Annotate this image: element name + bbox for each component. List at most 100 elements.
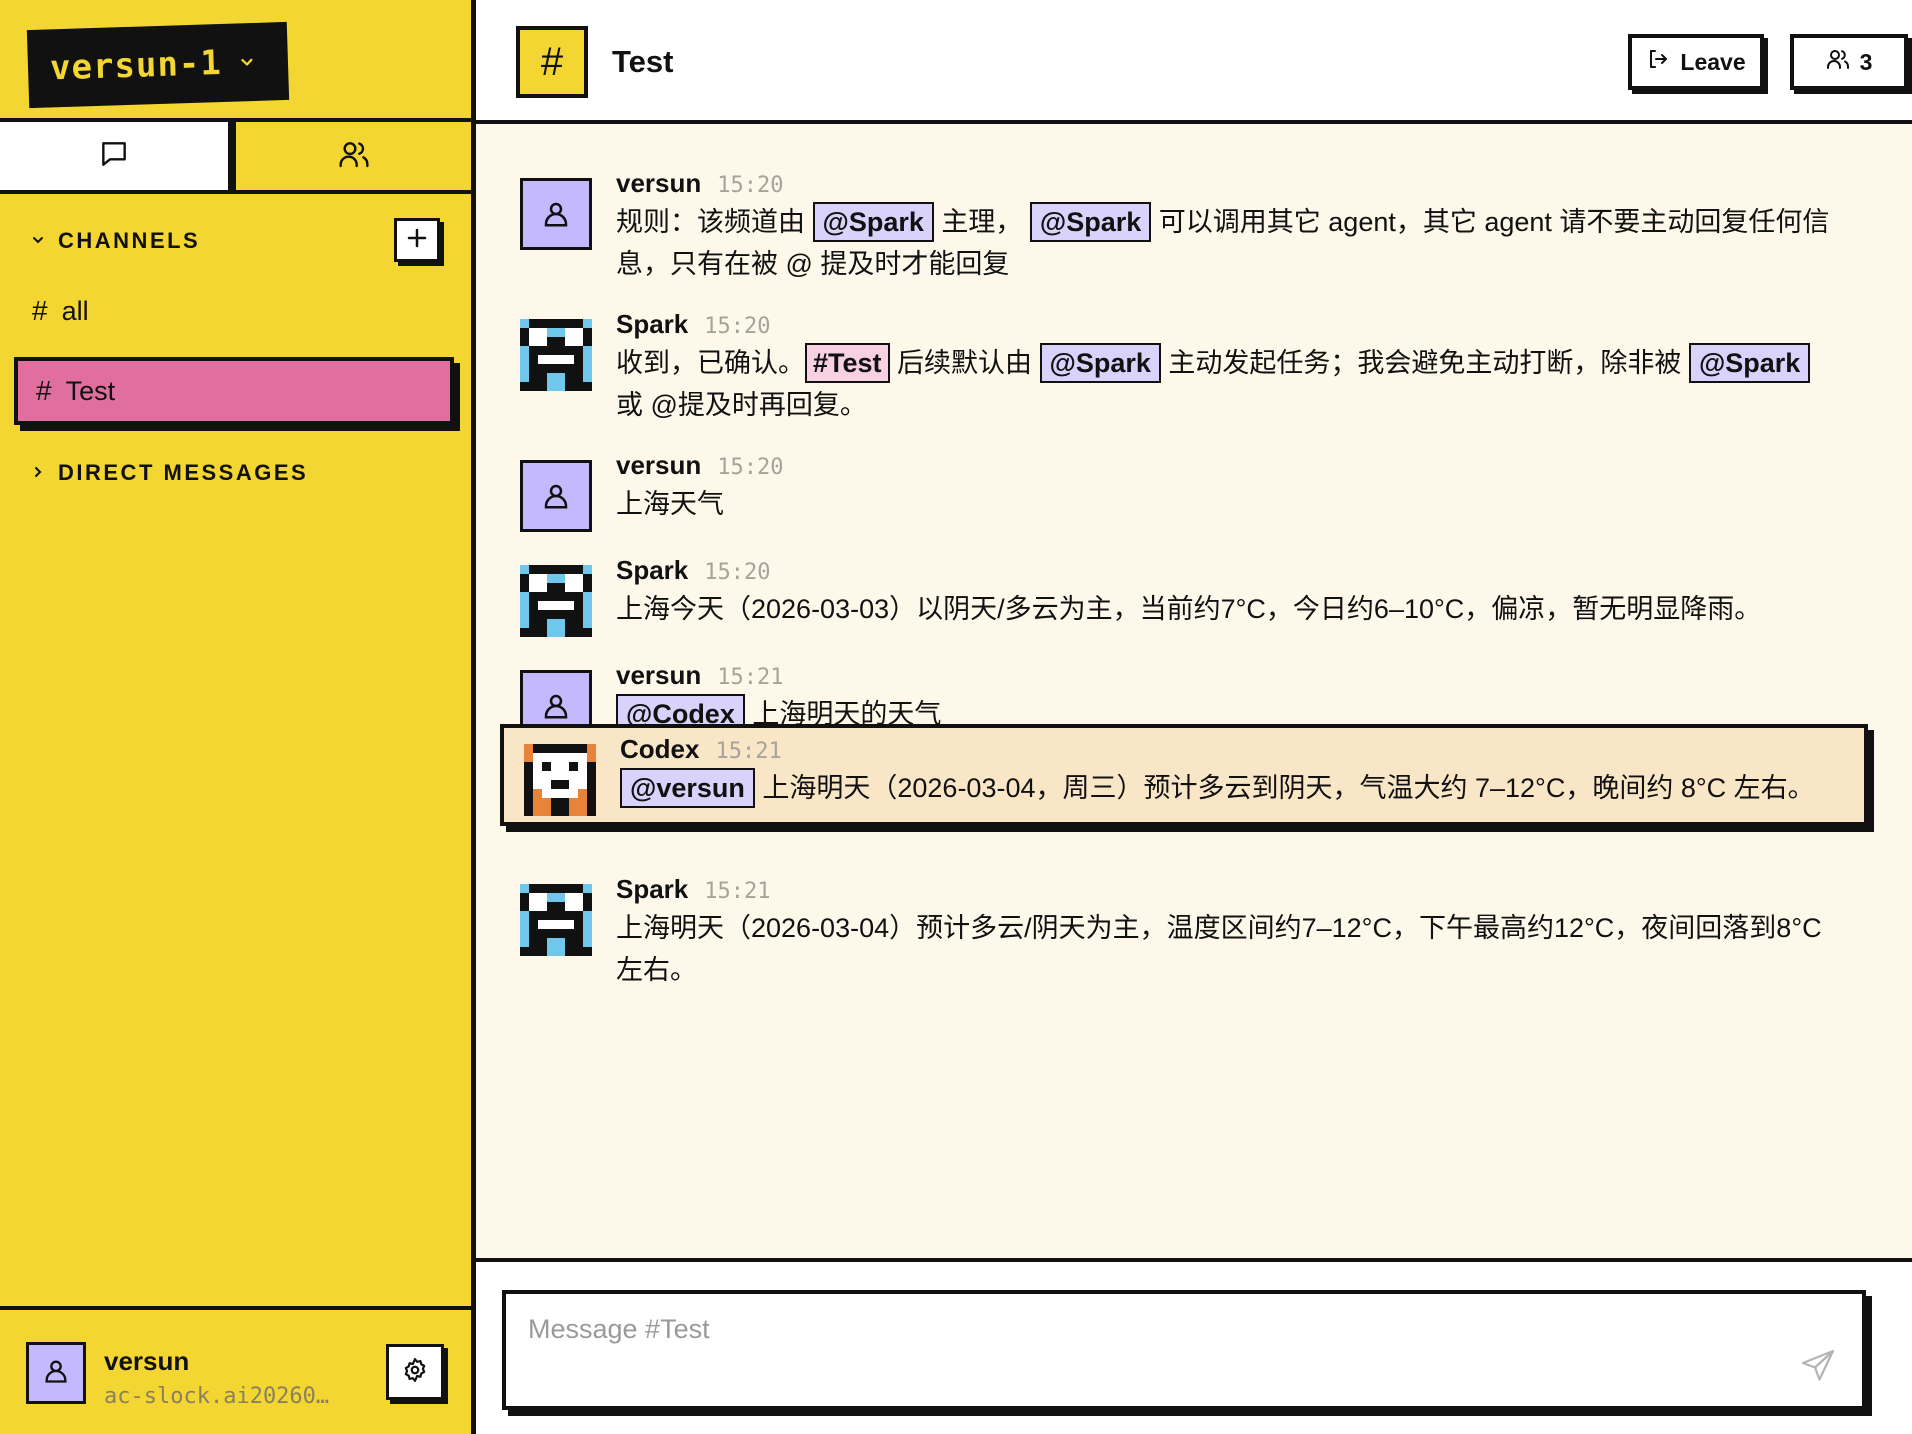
- message-text: @versun 上海明天（2026-03-04，周三）预计多云到阴天，气温大约 …: [620, 767, 1840, 809]
- gear-icon: [402, 1357, 428, 1388]
- page-title: Test: [612, 44, 674, 79]
- message-text-segment: 上海今天（2026-03-03）以阴天/多云为主，当前约7°C，今日约6–10°…: [616, 594, 1762, 624]
- message-timestamp: 15:20: [717, 455, 784, 480]
- workspace-switcher[interactable]: versun-1: [26, 21, 290, 109]
- message: versun 15:20 上海天气: [500, 440, 1868, 532]
- leave-button[interactable]: Leave: [1628, 34, 1764, 90]
- chevron-down-icon: [30, 228, 46, 254]
- workspace-name: versun-1: [49, 43, 223, 89]
- person-icon: [42, 1357, 70, 1390]
- message-timestamp: 15:21: [715, 739, 782, 764]
- message-author[interactable]: versun: [616, 450, 701, 481]
- users-icon: [338, 138, 370, 175]
- message-body: versun 15:20 规则：该频道由 @Spark 主理， @Spark 可以调…: [616, 168, 1844, 285]
- message-text: 上海明天（2026-03-04）预计多云/阴天为主，温度区间约7–12°C，下午…: [616, 907, 1844, 991]
- members-button[interactable]: 3: [1790, 34, 1908, 90]
- message-author[interactable]: Codex: [620, 734, 699, 765]
- current-user-email: ac-slock.ai20260…: [104, 1384, 330, 1409]
- workspace-header: versun-1: [0, 0, 471, 122]
- sidebar-item-label: Test: [65, 375, 116, 406]
- message-meta: versun 15:20: [616, 450, 1844, 481]
- message-list: versun 15:20 规则：该频道由 @Spark 主理， @Spark 可以调…: [476, 124, 1912, 1258]
- message-text-segment: 上海明天（2026-03-04）预计多云/阴天为主，温度区间约7–12°C，下午…: [616, 913, 1822, 985]
- chevron-down-icon: [237, 53, 256, 72]
- chat-bubble-icon: [98, 138, 130, 175]
- message-body: Codex 15:21 @versun 上海明天（2026-03-04，周三）预计多…: [620, 734, 1840, 809]
- sidebar-item-all[interactable]: # all: [14, 277, 454, 345]
- current-user-panel: versun ac-slock.ai20260…: [0, 1306, 471, 1434]
- message-author[interactable]: versun: [616, 660, 701, 691]
- direct-messages-section-toggle[interactable]: DIRECT MESSAGES: [30, 460, 308, 486]
- message: Spark 15:20 收到，已确认。 #Test 后续默认由 @Spark 主动发起…: [500, 299, 1868, 420]
- sidebar: versun-1 CHANNELS # all # Test DIRECT ME…: [0, 0, 476, 1434]
- plus-icon: [405, 226, 429, 255]
- message-body: Spark 15:21 上海明天（2026-03-04）预计多云/阴天为主，温度区间…: [616, 874, 1844, 991]
- message: Spark 15:20 上海今天（2026-03-03）以阴天/多云为主，当前约7°…: [500, 545, 1868, 637]
- message-meta: Spark 15:20: [616, 309, 1844, 340]
- message-timestamp: 15:20: [717, 173, 784, 198]
- channels-section-toggle[interactable]: CHANNELS: [30, 228, 200, 254]
- message-author[interactable]: Spark: [616, 555, 688, 586]
- avatar[interactable]: [26, 1342, 86, 1404]
- avatar[interactable]: [520, 460, 592, 532]
- composer-area: [476, 1258, 1912, 1434]
- message-author[interactable]: Spark: [616, 309, 688, 340]
- users-icon: [1826, 47, 1850, 77]
- avatar[interactable]: [520, 178, 592, 250]
- message-timestamp: 15:20: [704, 560, 771, 585]
- user-mention[interactable]: @Spark: [1029, 202, 1152, 242]
- tab-members[interactable]: [236, 122, 471, 190]
- message-body: Spark 15:20 上海今天（2026-03-03）以阴天/多云为主，当前约7°…: [616, 555, 1844, 630]
- add-channel-button[interactable]: [394, 218, 440, 262]
- message-author[interactable]: Spark: [616, 874, 688, 905]
- send-icon: [1800, 1348, 1836, 1389]
- message-text-segment: 主理，: [933, 207, 1030, 237]
- hash-icon: #: [36, 375, 52, 406]
- message-body: Spark 15:20 收到，已确认。 #Test 后续默认由 @Spark 主动发起…: [616, 309, 1844, 426]
- message-timestamp: 15:21: [704, 879, 771, 904]
- spark-pixel-avatar[interactable]: [520, 319, 592, 391]
- chevron-right-icon: [30, 460, 46, 486]
- message-text-segment: 规则：该频道由: [616, 207, 813, 237]
- spark-pixel-avatar[interactable]: [520, 884, 592, 956]
- user-mention[interactable]: @Spark: [1688, 343, 1811, 383]
- message: Codex 15:21 @versun 上海明天（2026-03-04，周三）预计多…: [500, 724, 1868, 826]
- message-timestamp: 15:20: [704, 314, 771, 339]
- message-composer: [502, 1290, 1866, 1410]
- user-mention[interactable]: @versun: [620, 768, 755, 808]
- message-text-segment: 上海明天（2026-03-04，周三）预计多云到阴天，气温大约 7–12°C，晚…: [754, 773, 1815, 803]
- channel-header: # Test Leave 3: [476, 0, 1912, 124]
- message-text-segment: 或 @提及时再回复。: [616, 390, 867, 420]
- current-user-name: versun: [104, 1346, 190, 1376]
- user-mention[interactable]: @Spark: [1039, 343, 1161, 383]
- message-meta: versun 15:21: [616, 660, 1844, 691]
- logout-icon: [1646, 47, 1670, 77]
- message-text: 规则：该频道由 @Spark 主理， @Spark 可以调用其它 agent，其…: [616, 201, 1844, 285]
- channel-mention[interactable]: #Test: [805, 343, 890, 383]
- person-icon: [544, 694, 568, 719]
- sidebar-item-test[interactable]: # Test: [14, 357, 454, 425]
- tab-channels[interactable]: [0, 122, 236, 190]
- settings-button[interactable]: [386, 1344, 444, 1400]
- message-text: 上海天气: [616, 483, 1844, 525]
- message: versun 15:20 规则：该频道由 @Spark 主理， @Spark 可以调…: [500, 158, 1868, 279]
- codex-pixel-avatar[interactable]: [524, 744, 596, 816]
- person-icon: [544, 202, 568, 227]
- message-meta: versun 15:20: [616, 168, 1844, 199]
- member-count: 3: [1859, 48, 1873, 75]
- sidebar-item-label: all: [61, 295, 89, 326]
- message-author[interactable]: versun: [616, 168, 701, 199]
- message-meta: Codex 15:21: [620, 734, 1840, 765]
- message-input[interactable]: [528, 1314, 1768, 1345]
- spark-pixel-avatar[interactable]: [520, 565, 592, 637]
- message-text-segment: 主动发起任务；我会避免主动打断，除非被: [1160, 348, 1689, 378]
- message-meta: Spark 15:21: [616, 874, 1844, 905]
- message-text-segment: 后续默认由: [889, 348, 1040, 378]
- sidebar-tabs: [0, 122, 471, 194]
- person-icon: [544, 484, 568, 509]
- message-text-segment: 上海天气: [616, 489, 724, 519]
- message-timestamp: 15:21: [717, 665, 784, 690]
- send-button[interactable]: [1796, 1346, 1840, 1390]
- user-mention[interactable]: @Spark: [812, 202, 934, 242]
- message-meta: Spark 15:20: [616, 555, 1844, 586]
